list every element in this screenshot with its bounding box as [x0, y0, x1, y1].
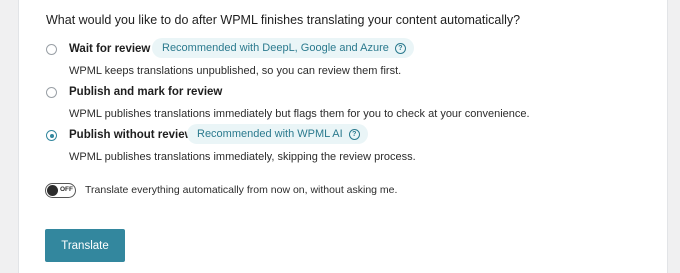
recommendation-badge: Recommended with DeepL, Google and Azure…: [152, 38, 414, 58]
toggle-label: Translate everything automatically from …: [85, 184, 398, 196]
option-description: WPML keeps translations unpublished, so …: [69, 65, 402, 77]
auto-translate-toggle[interactable]: OFF: [45, 183, 76, 198]
question-heading: What would you like to do after WPML fin…: [46, 13, 521, 27]
translate-button[interactable]: Translate: [45, 229, 125, 262]
option-title: Publish without review: [69, 129, 194, 141]
question-circle-icon[interactable]: ?: [394, 42, 406, 54]
radio-publish-without-review[interactable]: [46, 130, 57, 141]
radio-wait-for-review[interactable]: [46, 44, 57, 55]
option-title: Wait for review: [69, 43, 151, 55]
option-description: WPML publishes translations immediately,…: [69, 151, 416, 163]
badge-label: Recommended with WPML AI: [197, 128, 343, 140]
option-title: Publish and mark for review: [69, 86, 223, 98]
option-description: WPML publishes translations immediately …: [69, 108, 530, 120]
recommendation-badge: Recommended with WPML AI ?: [187, 124, 368, 144]
radio-publish-and-mark[interactable]: [46, 87, 57, 98]
toggle-knob: [47, 185, 58, 196]
translation-settings-panel: What would you like to do after WPML fin…: [18, 0, 668, 273]
question-circle-icon[interactable]: ?: [348, 128, 360, 140]
badge-label: Recommended with DeepL, Google and Azure: [162, 42, 389, 54]
toggle-state-label: OFF: [60, 186, 73, 193]
